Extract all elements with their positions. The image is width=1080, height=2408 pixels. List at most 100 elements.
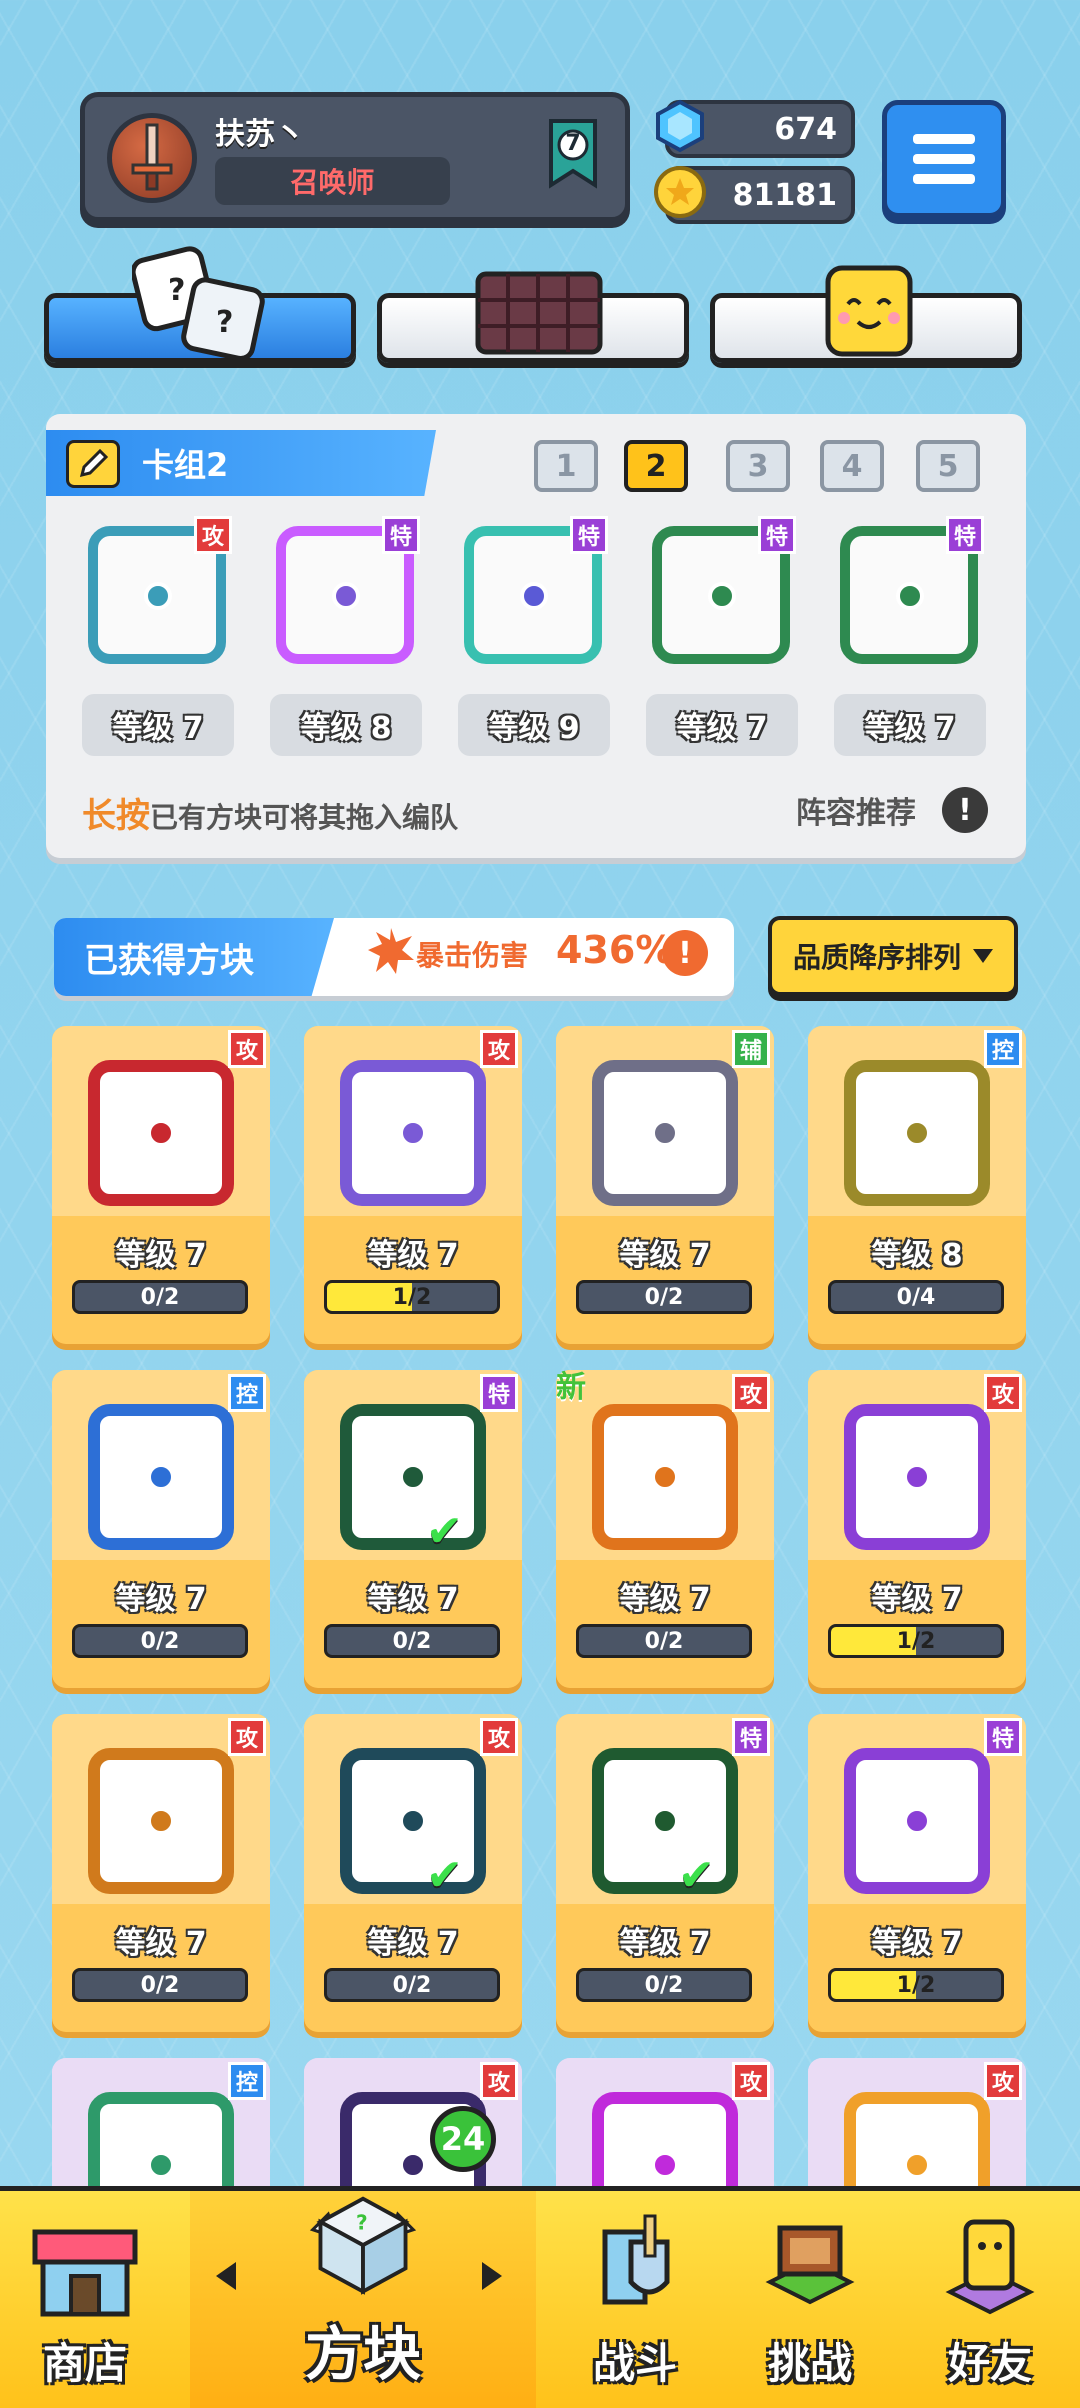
deck-block-5-level: 等级 7 (834, 694, 986, 756)
nav-challenge[interactable]: 挑战 (730, 2191, 890, 2408)
nav-blocks[interactable]: ? 方块 (190, 2191, 536, 2408)
block-level: 等级 7 (619, 1926, 711, 1961)
owned-block-card[interactable]: 辅等级 7 0/2 (556, 1026, 774, 1344)
block-type-tag: 控 (228, 2062, 266, 2100)
pencil-icon (79, 448, 109, 478)
chevron-down-icon (973, 949, 993, 963)
block-core-dot (399, 2151, 427, 2179)
avatar (107, 113, 197, 203)
board-icon (475, 271, 603, 355)
owned-block-card[interactable]: 特 ✔ 等级 7 0/2 (556, 1714, 774, 2032)
player-name: 扶苏丶 (215, 117, 305, 152)
owned-block-card[interactable]: 攻等级 7 1/2 (304, 1026, 522, 1344)
sort-label: 品质降序排列 (792, 941, 961, 974)
block-core-dot (903, 1807, 931, 1835)
block-level: 等级 7 (367, 1582, 459, 1617)
edit-deck-button[interactable] (66, 440, 120, 488)
owned-block-card[interactable]: 控等级 8 0/4 (808, 1026, 1026, 1344)
block-type-tag: 攻 (984, 1374, 1022, 1412)
owned-label: 已获得方块 (54, 918, 334, 996)
owned-block-card[interactable]: 攻等级 7 0/2 (52, 1026, 270, 1344)
shop-icon (32, 2229, 138, 2317)
deck-block-2-level: 等级 8 (270, 694, 422, 756)
nav-prev-arrow-icon[interactable] (216, 2262, 236, 2290)
block-type-tag: 特 (732, 1718, 770, 1756)
drag-hint-bold: 长按 (82, 796, 150, 836)
owned-block-card[interactable]: 特等级 7 1/2 (808, 1714, 1026, 2032)
new-badge: 新 (556, 1370, 586, 1405)
block-level: 等级 8 (871, 1238, 963, 1273)
deck-slot-5[interactable]: 5 (916, 440, 980, 492)
deck-slot-2[interactable]: 2 (624, 440, 688, 492)
crit-burst-icon (368, 928, 414, 974)
nav-battle[interactable]: 战斗 (560, 2191, 710, 2408)
upgrade-progress-bar: 0/2 (324, 1624, 500, 1658)
deck-block-3-tag: 特 (570, 516, 608, 554)
mystery-cube-icon: ? (309, 2196, 417, 2295)
crit-damage-label: 暴击伤害 (416, 939, 529, 972)
menu-button[interactable] (882, 100, 1006, 218)
rank-number: 7 (565, 131, 581, 156)
sword-icon (131, 123, 173, 191)
block-type-tag: 辅 (732, 1030, 770, 1068)
deck-block-4[interactable]: 特 (646, 516, 796, 666)
block-core-dot (651, 2151, 679, 2179)
nav-friends[interactable]: 好友 (905, 2191, 1075, 2408)
owned-block-card[interactable]: 攻 新等级 7 0/2 (556, 1370, 774, 1688)
block-level: 等级 7 (115, 1582, 207, 1617)
deck-slot-4[interactable]: 4 (820, 440, 884, 492)
profile-card[interactable]: 扶苏丶 召唤师 7 (80, 92, 630, 222)
block-type-tag: 攻 (732, 1374, 770, 1412)
lineup-recommend-link[interactable]: 阵容推荐 (796, 788, 916, 832)
svg-text:?: ? (356, 2211, 368, 2235)
upgrade-progress-bar: 1/2 (828, 1624, 1004, 1658)
upgrade-progress-bar: 0/2 (72, 1624, 248, 1658)
svg-text:?: ? (168, 273, 185, 308)
in-deck-check-icon: ✔ (678, 1850, 715, 1901)
blocks-count-badge: 24 (430, 2106, 496, 2172)
owned-block-card[interactable]: 特 ✔ 等级 7 0/2 (304, 1370, 522, 1688)
deck-block-1-tag: 攻 (194, 516, 232, 554)
block-core-dot (903, 2151, 931, 2179)
deck-block-2[interactable]: 特 (270, 516, 420, 666)
block-type-tag: 攻 (228, 1718, 266, 1756)
block-core-dot (651, 1463, 679, 1491)
deck-block-4-tag: 特 (758, 516, 796, 554)
recommend-info-icon[interactable]: ! (942, 787, 988, 833)
challenge-icon (765, 2225, 855, 2305)
block-type-tag: 攻 (480, 2062, 518, 2100)
upgrade-progress-bar: 0/2 (72, 1280, 248, 1314)
owned-block-card[interactable]: 攻 ✔ 等级 7 0/2 (304, 1714, 522, 2032)
nav-challenge-label: 挑战 (767, 2339, 852, 2388)
crit-damage-value: 436% (556, 928, 674, 972)
deck-block-3[interactable]: 特 (458, 516, 608, 666)
deck-slot-1[interactable]: 1 (534, 440, 598, 492)
nav-next-arrow-icon[interactable] (482, 2262, 502, 2290)
deck-block-1-level: 等级 7 (82, 694, 234, 756)
block-level: 等级 7 (367, 1238, 459, 1273)
block-core-dot (903, 1119, 931, 1147)
nav-blocks-label: 方块 (304, 2320, 421, 2388)
nav-shop[interactable]: 商店 (0, 2191, 170, 2408)
block-type-tag: 攻 (480, 1718, 518, 1756)
upgrade-progress-bar: 0/2 (72, 1968, 248, 2002)
drag-hint: 长按已有方块可将其拖入编队 (82, 788, 458, 837)
block-core-dot (651, 1807, 679, 1835)
sort-dropdown[interactable]: 品质降序排列 (768, 916, 1018, 996)
friends-icon (945, 2219, 1035, 2315)
block-level: 等级 7 (619, 1582, 711, 1617)
deck-slot-3[interactable]: 3 (726, 440, 790, 492)
upgrade-progress-bar: 0/2 (576, 1280, 752, 1314)
deck-block-5[interactable]: 特 (834, 516, 984, 666)
block-core-dot (147, 2151, 175, 2179)
owned-block-card[interactable]: 攻等级 7 1/2 (808, 1370, 1026, 1688)
deck-block-2-tag: 特 (382, 516, 420, 554)
player-title: 召唤师 (215, 157, 450, 205)
block-type-tag: 攻 (984, 2062, 1022, 2100)
coin-icon (654, 166, 706, 218)
block-type-tag: 攻 (228, 1030, 266, 1068)
owned-block-card[interactable]: 控等级 7 0/2 (52, 1370, 270, 1688)
owned-block-card[interactable]: 攻等级 7 0/2 (52, 1714, 270, 2032)
deck-block-1[interactable]: 攻 (82, 516, 232, 666)
crit-info-icon[interactable]: ! (662, 930, 708, 976)
